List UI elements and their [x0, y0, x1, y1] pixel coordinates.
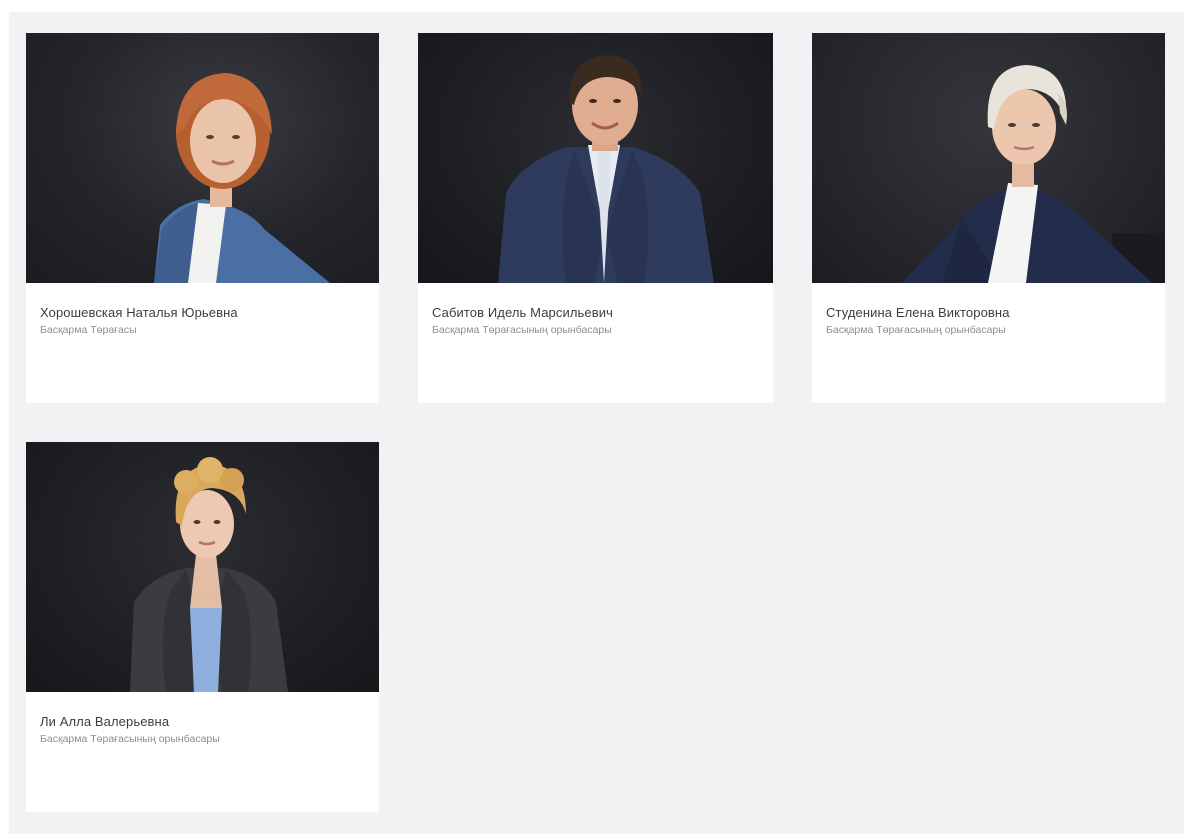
person-name[interactable]: Ли Алла Валерьевна	[40, 713, 365, 730]
person-role: Басқарма Төрағасының орынбасары	[432, 324, 612, 336]
person-photo[interactable]	[26, 442, 379, 692]
person-card[interactable]: Студенина Елена Викторовна Басқарма Төра…	[812, 33, 1165, 403]
person-name[interactable]: Студенина Елена Викторовна	[826, 304, 1151, 321]
person-card[interactable]: Хорошевская Наталья Юрьевна Басқарма Төр…	[26, 33, 379, 403]
portrait-woman-blonde-short-icon	[902, 65, 1165, 283]
portrait-woman-blonde-curly-icon	[130, 457, 288, 692]
portrait-man-dark-suit-icon	[498, 55, 714, 283]
portrait-woman-red-hair-icon	[154, 73, 330, 283]
person-role: Басқарма Төрағасы	[40, 324, 137, 336]
person-role: Басқарма Төрағасының орынбасары	[40, 733, 220, 745]
team-grid: Хорошевская Наталья Юрьевна Басқарма Төр…	[9, 12, 1184, 834]
person-card[interactable]: Ли Алла Валерьевна Басқарма Төрағасының …	[26, 442, 379, 812]
person-name[interactable]: Сабитов Идель Марсильевич	[432, 304, 759, 321]
person-photo[interactable]	[26, 33, 379, 283]
person-photo[interactable]	[418, 33, 773, 283]
person-card[interactable]: Сабитов Идель Марсильевич Басқарма Төрағ…	[418, 33, 773, 403]
person-name[interactable]: Хорошевская Наталья Юрьевна	[40, 304, 365, 321]
person-role: Басқарма Төрағасының орынбасары	[826, 324, 1006, 336]
person-photo[interactable]	[812, 33, 1165, 283]
